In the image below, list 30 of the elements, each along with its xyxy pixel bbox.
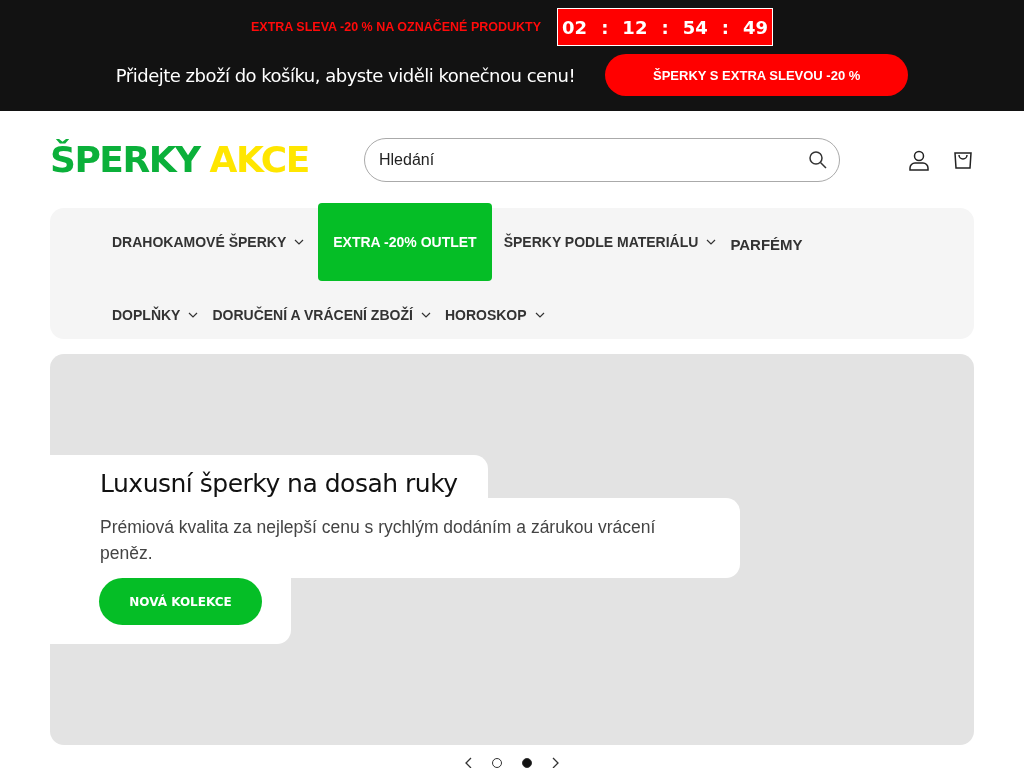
timer-separator: : <box>601 16 609 38</box>
search-field[interactable]: Hledání <box>364 137 840 182</box>
chevron-down-icon <box>420 312 431 318</box>
chevron-down-icon <box>706 239 717 245</box>
slide-dot[interactable] <box>492 758 502 768</box>
hero-title: Luxusní šperky na dosah ruky <box>100 469 458 498</box>
timer-digits: 49 <box>742 16 768 38</box>
menu-item[interactable]: ŠPERKY PODLE MATERIÁLU <box>503 208 717 276</box>
chevron-down-icon <box>188 312 199 318</box>
menu-item[interactable]: DRAHOKAMOVÉ ŠPERKY <box>112 208 305 276</box>
menu-item[interactable]: DOPLŇKY <box>112 281 199 349</box>
chevron-down-icon <box>294 239 305 245</box>
menu-item[interactable]: PARFÉMY <box>730 210 803 278</box>
promo-text: EXTRA SLEVA -20 % NA OZNAČENÉ PRODUKTY <box>250 20 542 34</box>
timer-digits: 02 <box>562 16 588 38</box>
account-icon[interactable] <box>908 148 930 171</box>
timer-digits: 12 <box>622 16 648 38</box>
timer-separator: : <box>661 16 669 38</box>
timer-separator: : <box>721 16 729 38</box>
discount-button[interactable]: ŠPERKY S EXTRA SLEVOU -20 % <box>605 54 909 96</box>
menu-item[interactable]: DORUČENÍ A VRÁCENÍ ZBOŽÍ <box>212 281 431 349</box>
hero-subtitle: Prémiová kvalita za nejlepší cenu s rychlým dodáním a zárukou vrácení peněz. <box>100 516 657 565</box>
slide-dot[interactable] <box>522 758 532 768</box>
chevron-down-icon <box>534 312 545 318</box>
search-icon[interactable] <box>808 149 828 170</box>
previous-icon[interactable] <box>464 757 472 768</box>
menu-item[interactable]: HOROSKOP <box>444 281 545 349</box>
timer-digits: 54 <box>682 16 708 38</box>
next-icon[interactable] <box>552 757 560 768</box>
cart-hint-text: Přidejte zboží do košíku, abyste viděli konečnou cenu! <box>115 64 576 86</box>
